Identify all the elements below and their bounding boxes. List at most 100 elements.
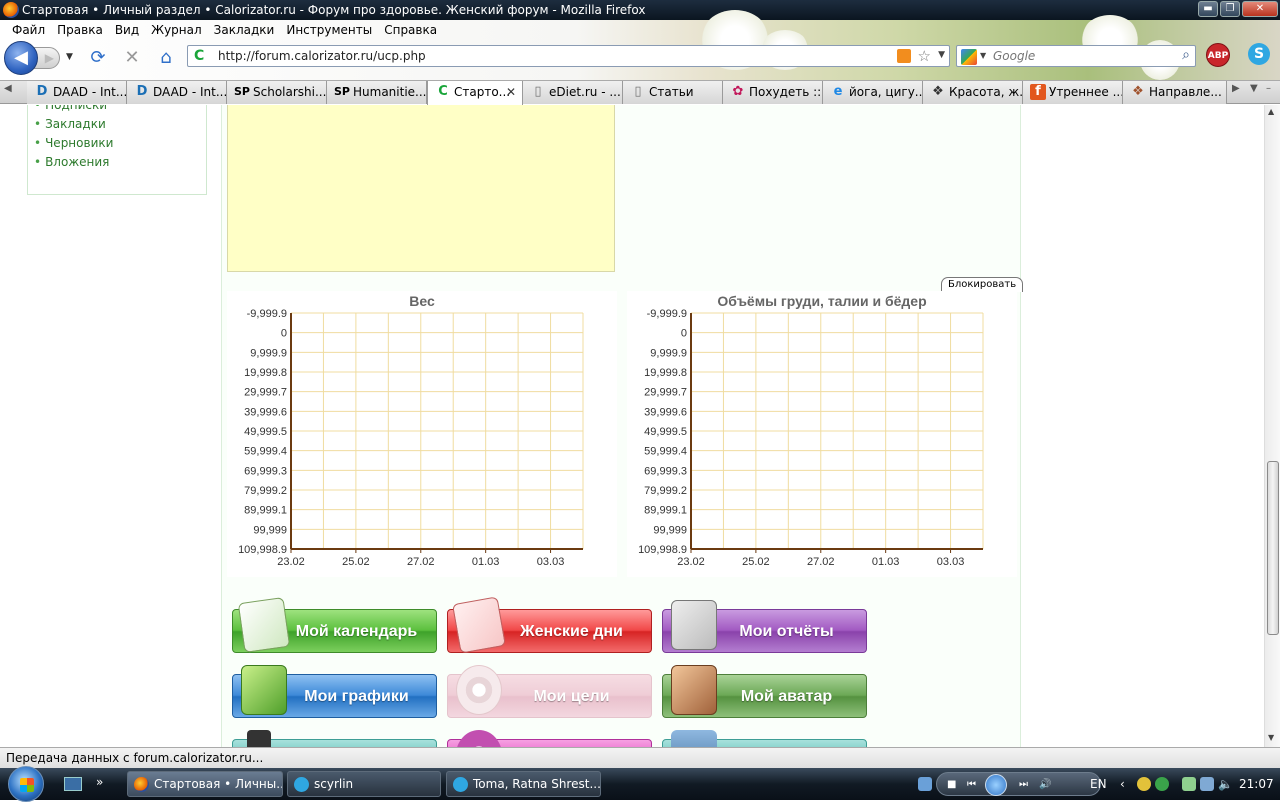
close-tab-icon[interactable]: ✕ xyxy=(506,81,516,103)
adblock-icon[interactable]: ABP xyxy=(1206,43,1230,67)
menu-file[interactable]: Файл xyxy=(6,20,51,40)
url-text[interactable]: http://forum.calorizator.ru/ucp.php xyxy=(218,46,426,66)
x-tick-label: 23.02 xyxy=(677,556,705,568)
network-icon[interactable] xyxy=(1200,777,1214,791)
stop-icon[interactable]: ■ xyxy=(947,773,956,797)
tab-lose-weight[interactable]: ✿Похудеть ::... xyxy=(723,81,823,104)
x-tick-label: 03.03 xyxy=(937,556,965,568)
window-title: Стартовая • Личный раздел • Calorizator.… xyxy=(22,3,646,17)
language-indicator[interactable]: EN xyxy=(1090,768,1107,800)
address-bar[interactable]: C http://forum.calorizator.ru/ucp.php ☆ … xyxy=(187,45,950,67)
menu-edit[interactable]: Правка xyxy=(51,20,109,40)
tab-scholarships[interactable]: SP Scholarshi... xyxy=(227,81,327,104)
sidebar-item-attachments[interactable]: Вложения xyxy=(34,153,206,172)
menu-view[interactable]: Вид xyxy=(109,20,145,40)
show-desktop-icon[interactable] xyxy=(64,777,82,791)
my-calendar-button[interactable]: Мой календарь xyxy=(232,597,437,653)
scroll-up-icon[interactable]: ▲ xyxy=(1268,107,1274,116)
taskbar-item-toma[interactable]: Toma, Ratna Shrest... xyxy=(446,771,601,797)
bookmark-star-icon[interactable]: ☆ xyxy=(918,46,931,66)
tab-scroll-right-icon[interactable]: ▶ xyxy=(1232,83,1240,94)
reload-icon[interactable]: ⟳ xyxy=(88,48,108,68)
x-tick-label: 01.03 xyxy=(472,556,500,568)
tab-beauty[interactable]: ❖ Красота, ж... xyxy=(923,81,1023,104)
avatar-photo-icon xyxy=(671,665,717,715)
media-player-icon[interactable] xyxy=(918,777,932,791)
home-icon[interactable]: ⌂ xyxy=(156,48,176,68)
tab-articles[interactable]: ▯ Статьи xyxy=(623,81,723,104)
previous-icon[interactable]: ⏮ xyxy=(967,773,976,797)
rss-icon[interactable] xyxy=(897,49,911,63)
my-graphs-button[interactable]: Мои графики xyxy=(232,665,437,718)
sidebar-item-bookmarks[interactable]: Закладки xyxy=(34,115,206,134)
menu-tools[interactable]: Инструменты xyxy=(280,20,378,40)
teal-button-2[interactable] xyxy=(662,730,867,747)
scrollbar-thumb[interactable] xyxy=(1267,461,1279,635)
my-goals-button[interactable]: Мои цели xyxy=(447,665,652,718)
start-button[interactable] xyxy=(8,766,44,802)
tab-yoga[interactable]: e йога, цигу... xyxy=(823,81,923,104)
tab-direction[interactable]: ❖ Направле... xyxy=(1123,81,1227,104)
quicklaunch-more-icon[interactable]: » xyxy=(96,766,103,798)
disc-icon xyxy=(456,730,502,747)
tab-humanities[interactable]: SP Humanitie... xyxy=(327,81,427,104)
tab-scroll-left-icon[interactable]: ◀ xyxy=(4,83,12,94)
magenta-button[interactable] xyxy=(447,730,652,747)
volume-tray-icon[interactable]: 🔈 xyxy=(1218,768,1233,800)
search-icon[interactable]: ⌕ xyxy=(1182,47,1190,63)
tab-startovaya[interactable]: C Старто... ✕ xyxy=(427,81,523,105)
tray-battery-icon[interactable] xyxy=(1182,777,1196,791)
my-avatar-button[interactable]: Мой аватар xyxy=(662,665,867,718)
my-reports-button[interactable]: Мои отчёты xyxy=(662,600,867,653)
photo-icon xyxy=(671,730,717,747)
teal-button-1[interactable] xyxy=(232,730,437,747)
minimize-button[interactable]: ▬ xyxy=(1198,1,1218,17)
clock[interactable]: 21:07 xyxy=(1239,768,1274,800)
firefox-icon xyxy=(3,2,19,18)
taskbar-item-firefox[interactable]: Стартовая • Личны... xyxy=(127,771,283,797)
scroll-down-icon[interactable]: ▼ xyxy=(1268,733,1274,742)
taskbar-item-scyrlin[interactable]: scyrlin xyxy=(287,771,441,797)
tab-overflow-icon[interactable]: – xyxy=(1266,83,1271,94)
y-tick-label: 99,999 xyxy=(653,524,687,536)
tab-daad-1[interactable]: D DAAD - Int... xyxy=(27,81,127,104)
menu-bookmarks[interactable]: Закладки xyxy=(208,20,281,40)
ucp-sidebar-menu: Подписки Закладки Черновики Вложения xyxy=(27,105,207,195)
tab-ediet[interactable]: ▯ eDiet.ru - ... xyxy=(523,81,623,104)
page-scrollbar[interactable]: ▲ ▼ xyxy=(1264,105,1280,747)
history-dropdown-icon[interactable]: ▼ xyxy=(66,52,73,62)
tray-skype-icon[interactable] xyxy=(1155,777,1169,791)
stop-icon[interactable]: ✕ xyxy=(122,48,142,68)
tray-expand-icon[interactable]: ‹ xyxy=(1120,768,1125,800)
y-tick-label: 99,999 xyxy=(253,524,287,536)
back-button[interactable]: ◀ xyxy=(4,41,38,75)
women-days-button[interactable]: Женские дни xyxy=(447,596,652,654)
x-tick-label: 03.03 xyxy=(537,556,565,568)
search-input[interactable] xyxy=(993,47,1173,65)
search-box[interactable]: ▼ ⌕ xyxy=(956,45,1196,67)
next-icon[interactable]: ⏭ xyxy=(1019,773,1028,797)
volume-icon[interactable]: 🔊 xyxy=(1039,773,1051,797)
x-tick-label: 25.02 xyxy=(342,556,370,568)
menu-history[interactable]: Журнал xyxy=(145,20,208,40)
pause-button[interactable] xyxy=(985,774,1007,796)
skype-icon[interactable]: S xyxy=(1248,43,1270,65)
block-button[interactable]: Блокировать xyxy=(941,277,1024,292)
google-icon[interactable] xyxy=(961,49,977,65)
close-window-button[interactable]: ✕ xyxy=(1242,1,1278,17)
tab-daad-2[interactable]: D DAAD - Int... xyxy=(127,81,227,104)
sidebar-item-subscriptions[interactable]: Подписки xyxy=(34,105,206,115)
firefox-icon xyxy=(134,777,149,792)
tray-app-icon[interactable] xyxy=(1137,777,1151,791)
maximize-button[interactable]: ❐ xyxy=(1220,1,1240,17)
search-engine-dropdown-icon[interactable]: ▼ xyxy=(980,51,986,60)
measurements-chart: Объёмы груди, талии и бёдер -9,999.9 0 9,9… xyxy=(627,291,1017,577)
y-tick-label: 0 xyxy=(681,328,687,340)
tab-list-icon[interactable]: ▼ xyxy=(1250,83,1258,94)
page-content: Подписки Закладки Черновики Вложения Бло… xyxy=(0,105,1264,747)
url-dropdown-icon[interactable]: ▼ xyxy=(938,50,945,60)
menu-help[interactable]: Справка xyxy=(378,20,443,40)
status-bar: Передача данных с forum.calorizator.ru..… xyxy=(0,747,1280,768)
sidebar-item-drafts[interactable]: Черновики xyxy=(34,134,206,153)
tab-morning[interactable]: f Утреннее ... xyxy=(1023,81,1123,104)
